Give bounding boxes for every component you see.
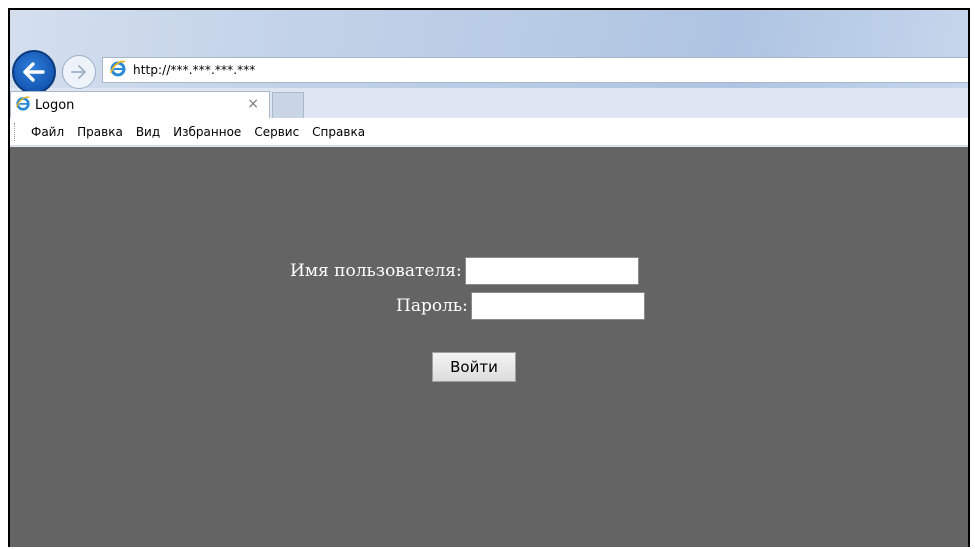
tab-row: Logon × [10,88,968,118]
menu-file[interactable]: Файл [31,125,64,139]
url-text[interactable]: http://***.***.***.*** [133,63,255,77]
menu-tools[interactable]: Сервис [254,125,299,139]
close-tab-icon[interactable]: × [247,96,259,112]
password-field[interactable] [470,292,645,320]
internet-explorer-icon [15,95,31,116]
arrow-right-icon [71,65,86,79]
menu-bar: Файл Правка Вид Избранное Сервис Справка [10,118,968,146]
toolbar-grip [14,122,17,141]
menu-edit[interactable]: Правка [77,125,123,139]
tab-title: Logon [35,97,75,113]
new-tab-button[interactable] [272,92,304,118]
login-button[interactable]: Войти [432,352,516,382]
tab-logon[interactable]: Logon × [10,91,270,118]
username-row: Имя пользователя: [290,257,639,285]
password-row: Пароль: [396,292,645,320]
internet-explorer-icon [109,59,127,82]
forward-button[interactable] [62,55,96,89]
menu-view[interactable]: Вид [136,125,160,139]
browser-window: http://***.***.***.*** Logon × Файл Прав… [8,8,970,547]
password-label: Пароль: [396,296,468,316]
address-bar[interactable]: http://***.***.***.*** [102,57,968,83]
username-field[interactable] [464,257,639,285]
arrow-left-icon [23,62,45,82]
username-label: Имя пользователя: [290,261,462,281]
menu-help[interactable]: Справка [312,125,365,139]
page-content: Имя пользователя: Пароль: Войти [10,147,968,547]
menu-favorites[interactable]: Избранное [173,125,241,139]
